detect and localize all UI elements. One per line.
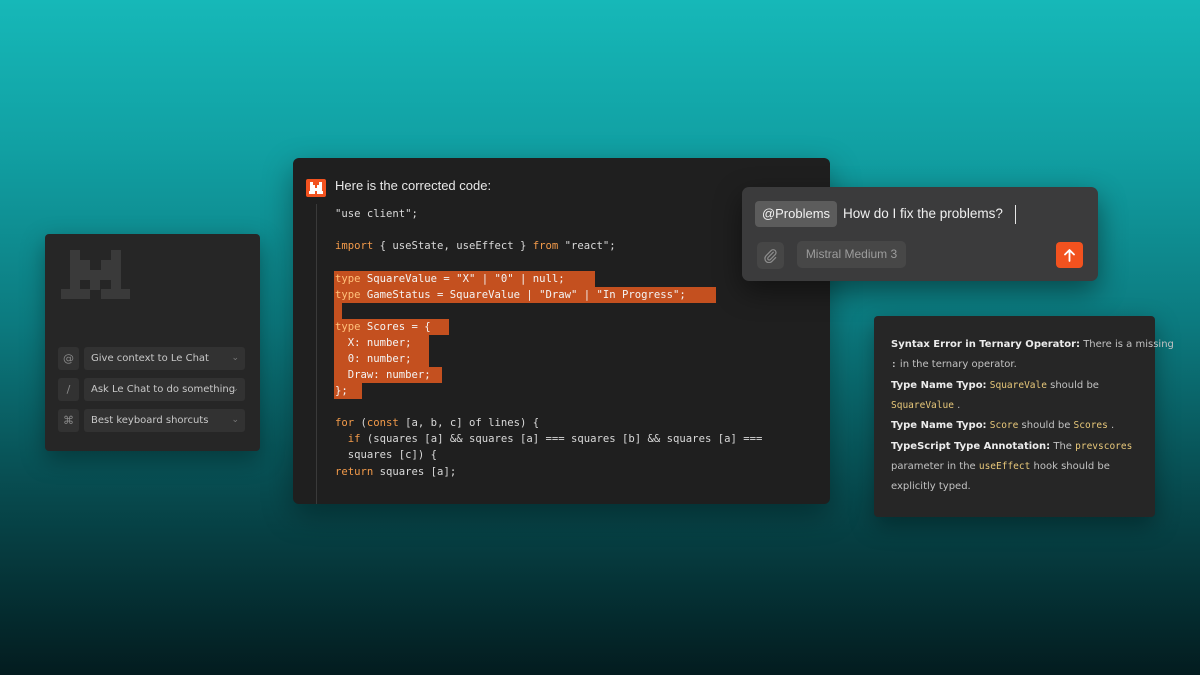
hint-label: Give context to Le Chat ⌄ — [84, 347, 245, 370]
at-icon: @ — [58, 347, 79, 370]
hint-label: Best keyboard shorcuts ⌄ — [84, 409, 245, 432]
paperclip-icon — [764, 249, 777, 263]
hint-label: Ask Le Chat to do something ⌄ — [84, 378, 245, 401]
text-cursor — [1015, 205, 1016, 224]
problem-line: TypeScript Type Annotation: The prevscor… — [891, 441, 1133, 452]
code-line: return squares [a]; — [335, 466, 457, 478]
send-button[interactable] — [1056, 242, 1083, 268]
problem-line: Type Name Typo: SquareVale should be — [891, 380, 1099, 391]
code-line: type Scores = { — [335, 321, 431, 333]
code-highlight — [334, 303, 342, 319]
model-selector[interactable]: Mistral Medium 3 — [797, 241, 906, 268]
hint-ask-le-chat[interactable]: / Ask Le Chat to do something ⌄ — [58, 378, 245, 401]
code-line: "use client"; — [335, 208, 418, 220]
code-line: type SquareValue = "X" | "0" | null; — [335, 273, 565, 285]
mention-chip[interactable]: @Problems — [755, 201, 837, 227]
problem-line: explicitly typed. — [891, 481, 971, 492]
chat-input-text[interactable]: How do I fix the problems? — [843, 206, 1003, 221]
arrow-up-icon — [1064, 249, 1075, 262]
chevron-down-icon: ⌄ — [231, 353, 239, 363]
problem-line: Type Name Typo: Score should be Scores . — [891, 420, 1115, 431]
chevron-down-icon: ⌄ — [231, 384, 239, 394]
mistral-avatar-icon — [306, 179, 326, 197]
code-line: 0: number; — [335, 353, 412, 365]
problem-line: : in the ternary operator. — [891, 359, 1017, 370]
keyboard-icon: ⌘ — [58, 409, 79, 432]
code-gutter-line — [316, 204, 317, 504]
slash-icon: / — [58, 378, 79, 401]
code-line: import { useState, useEffect } from "rea… — [335, 240, 616, 252]
hint-give-context[interactable]: @ Give context to Le Chat ⌄ — [58, 347, 245, 370]
mistral-logo-icon — [61, 250, 130, 299]
code-line: Draw: number; — [335, 369, 431, 381]
hint-keyboard-shortcuts[interactable]: ⌘ Best keyboard shorcuts ⌄ — [58, 409, 245, 432]
code-line: squares [c]) { — [335, 449, 438, 461]
code-line: }; — [335, 385, 348, 397]
problem-line: Syntax Error in Ternary Operator: There … — [891, 339, 1174, 350]
code-line: X: number; — [335, 337, 412, 349]
code-line: if (squares [a] && squares [a] === squar… — [347, 433, 763, 445]
chevron-down-icon: ⌄ — [231, 415, 239, 425]
code-line: type GameStatus = SquareValue | "Draw" |… — [335, 289, 686, 301]
problem-line: parameter in the useEffect hook should b… — [891, 461, 1110, 472]
problem-line: SquareValue . — [891, 400, 961, 411]
attach-button[interactable] — [757, 242, 784, 269]
code-line: for (const [a, b, c] of lines) { — [335, 417, 540, 429]
reply-title: Here is the corrected code: — [335, 178, 492, 193]
